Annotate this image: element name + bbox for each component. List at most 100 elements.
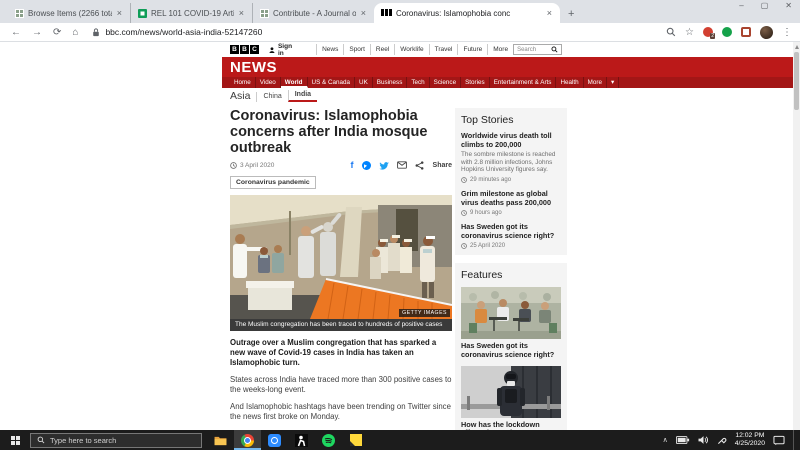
nav-item-more[interactable]: More	[584, 77, 607, 88]
close-button[interactable]: ✕	[785, 1, 792, 10]
story-item: Has Sweden got its coronavirus science r…	[461, 223, 561, 249]
article-hero-image: GETTY IMAGES	[230, 195, 452, 319]
nav-item[interactable]: Home	[230, 77, 256, 88]
adblock-extension-icon[interactable]: 2	[703, 27, 713, 37]
zoom-app-button[interactable]	[261, 430, 288, 450]
red-extension-icon[interactable]	[741, 27, 751, 37]
extension-badge: 2	[710, 33, 715, 39]
email-icon[interactable]	[397, 161, 407, 169]
nav-item[interactable]: Future	[457, 44, 487, 55]
scrollbar-thumb[interactable]	[794, 52, 799, 110]
messenger-icon[interactable]	[362, 161, 371, 170]
nav-item[interactable]: Business	[373, 77, 408, 88]
tab-close-icon[interactable]: ×	[360, 8, 367, 18]
story-title[interactable]: Has Sweden got its coronavirus science r…	[461, 223, 561, 240]
reload-icon[interactable]: ⟳	[53, 27, 61, 38]
facebook-icon[interactable]: f	[351, 160, 354, 170]
search-icon[interactable]	[666, 27, 676, 37]
nav-item[interactable]: Worklife	[394, 44, 428, 55]
browser-tab-active[interactable]: Coronavirus: Islamophobia conc ×	[374, 3, 560, 23]
scrollbar-up-icon[interactable]	[795, 45, 799, 49]
breadcrumb-item[interactable]: China	[256, 92, 287, 102]
start-button[interactable]	[0, 430, 30, 450]
tab-title: Coronavirus: Islamophobia conc	[396, 9, 542, 18]
page-title: Coronavirus: Islamophobia concerns after…	[230, 108, 452, 156]
avatar[interactable]	[760, 26, 773, 39]
nav-item[interactable]: Entertainment & Arts	[490, 77, 557, 88]
headset-jack-icon[interactable]	[717, 435, 727, 445]
nav-item[interactable]: Reel	[370, 44, 394, 55]
story-summary: The sombre milestone is reached with 2.8…	[461, 151, 561, 174]
story-time: 25 April 2020	[470, 243, 505, 249]
feature-item: Has Sweden got its coronavirus science r…	[461, 287, 561, 359]
action-center-icon[interactable]	[773, 435, 785, 446]
zoom-app-icon	[268, 434, 281, 447]
tab-close-icon[interactable]: ×	[546, 8, 553, 18]
nav-item[interactable]: Science	[430, 77, 461, 88]
breadcrumb-item-selected[interactable]: India	[288, 90, 317, 102]
home-icon[interactable]: ⌂	[72, 27, 78, 38]
share-nodes-icon[interactable]	[415, 161, 424, 170]
nav-item[interactable]: Video	[256, 77, 281, 88]
green-extension-icon[interactable]	[722, 27, 732, 37]
breadcrumb: Asia China India	[230, 90, 317, 102]
feature-title[interactable]: Has Sweden got its coronavirus science r…	[461, 342, 561, 359]
top-stories-heading: Top Stories	[461, 114, 561, 126]
chevron-up-icon[interactable]: ∧	[663, 436, 668, 444]
file-explorer-button[interactable]	[207, 430, 234, 450]
clock-icon	[230, 162, 237, 169]
nav-item[interactable]: More	[487, 44, 513, 55]
nav-item[interactable]: Sport	[343, 44, 370, 55]
feature-image-cafe[interactable]	[461, 287, 561, 339]
media-app-button[interactable]	[288, 430, 315, 450]
tab-close-icon[interactable]: ×	[238, 8, 245, 18]
show-desktop-button[interactable]	[793, 430, 797, 450]
story-item: Grim milestone as global virus deaths pa…	[461, 190, 561, 216]
minimize-button[interactable]: –	[739, 1, 743, 10]
tab-close-icon[interactable]: ×	[116, 8, 123, 18]
nav-item[interactable]: UK	[355, 77, 373, 88]
news-logo[interactable]: NEWS	[230, 59, 277, 76]
nav-item[interactable]: Tech	[407, 77, 429, 88]
taskbar-search-input[interactable]: Type here to search	[30, 433, 202, 448]
nav-item-selected[interactable]: World	[281, 77, 308, 88]
sticky-notes-button[interactable]	[342, 430, 369, 450]
page-scrollbar[interactable]	[793, 42, 800, 430]
spotify-icon	[322, 434, 335, 447]
bookmark-star-icon[interactable]: ☆	[685, 27, 694, 38]
battery-icon[interactable]	[676, 435, 690, 445]
twitter-icon[interactable]	[379, 161, 389, 170]
nav-item[interactable]: Stories	[461, 77, 490, 88]
chrome-button[interactable]	[234, 430, 261, 450]
tab-title: Contribute - A Journal of the Plag	[273, 9, 356, 18]
story-title[interactable]: Worldwide virus death toll climbs to 200…	[461, 132, 561, 149]
bbc-logo[interactable]: BBC	[230, 45, 259, 54]
browser-menu-icon[interactable]: ⋮	[782, 27, 792, 38]
nav-item[interactable]: US & Canada	[308, 77, 356, 88]
forward-icon[interactable]: →	[32, 27, 42, 38]
taskbar-clock[interactable]: 12:02 PM 4/25/2020	[735, 432, 765, 448]
spotify-button[interactable]	[315, 430, 342, 450]
bbc-search-input[interactable]: Search	[513, 44, 562, 55]
feature-title[interactable]: How has the lockdown affected US crime?	[461, 421, 561, 430]
url-field[interactable]: bbc.com/news/world-asia-india-52147260	[92, 27, 666, 37]
new-tab-button[interactable]: +	[568, 8, 574, 20]
story-title[interactable]: Grim milestone as global virus deaths pa…	[461, 190, 561, 207]
browser-tab[interactable]: Contribute - A Journal of the Plag ×	[252, 3, 374, 23]
bbc-news-banner: NEWS	[222, 57, 793, 77]
back-icon[interactable]: ←	[11, 27, 21, 38]
nav-item[interactable]: Health	[556, 77, 583, 88]
article-paragraph: Outrage over a Muslim congregation that …	[230, 338, 452, 368]
nav-item[interactable]: News	[316, 44, 343, 55]
feature-image-police[interactable]	[461, 366, 561, 418]
speaker-icon[interactable]	[698, 435, 709, 445]
share-label[interactable]: Share	[433, 162, 452, 169]
breadcrumb-section[interactable]: Asia	[230, 90, 256, 102]
maximize-button[interactable]: ▢	[761, 1, 769, 10]
nav-item[interactable]: Travel	[429, 44, 458, 55]
browser-tab[interactable]: REL 101 COVID-19 Articles - Goo ×	[130, 3, 252, 23]
sign-in-button[interactable]: Sign in	[269, 43, 294, 57]
feature-item: How has the lockdown affected US crime?	[461, 366, 561, 430]
browser-tab[interactable]: Browse Items (2266 total) - A Jou ×	[8, 3, 130, 23]
topic-tag[interactable]: Coronavirus pandemic	[230, 176, 316, 189]
